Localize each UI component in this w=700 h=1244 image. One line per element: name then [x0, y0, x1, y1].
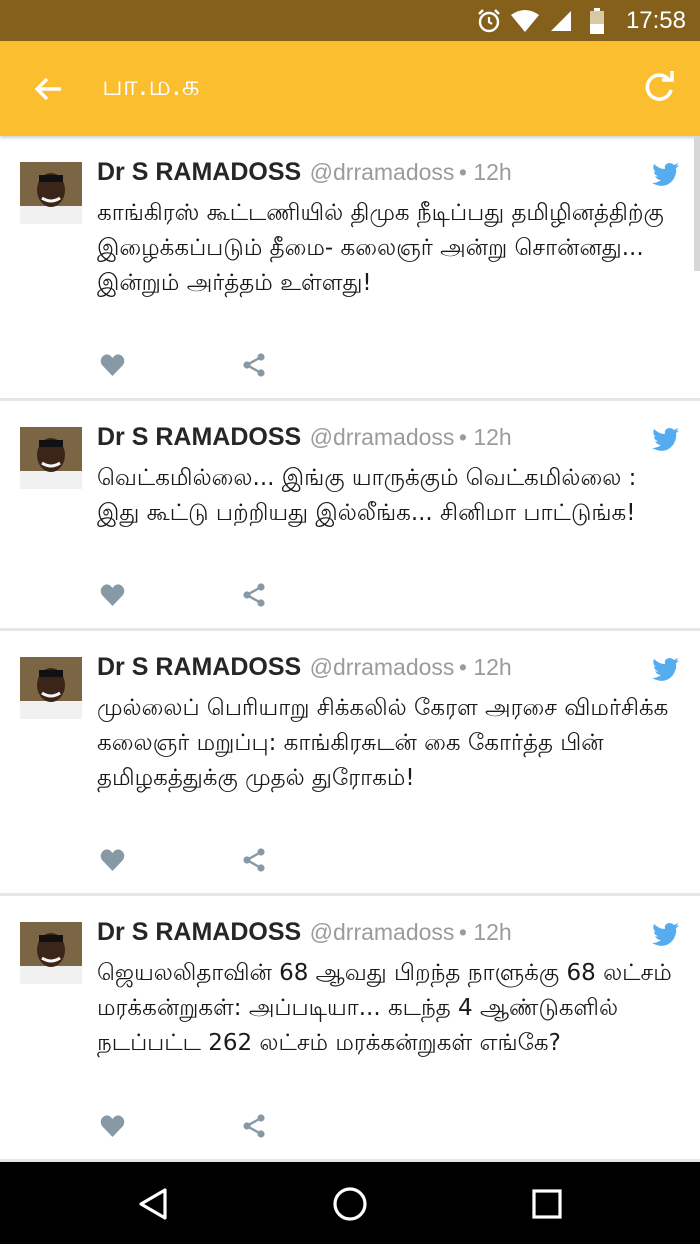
author-name[interactable]: Dr S RAMADOSS — [97, 158, 301, 186]
tweet-time: • 12h — [458, 159, 512, 185]
scrollbar[interactable] — [694, 136, 700, 271]
tweet-header: Dr S RAMADOSS @drramadoss • 12h — [97, 423, 512, 452]
heart-icon[interactable] — [100, 353, 125, 377]
author-name[interactable]: Dr S RAMADOSS — [97, 653, 301, 681]
tweet-item[interactable]: Dr S RAMADOSS @drramadoss • 12h ஜெயலலிதா… — [0, 896, 700, 1162]
avatar[interactable] — [20, 922, 82, 984]
alarm-icon — [474, 8, 504, 34]
battery-icon — [582, 7, 612, 34]
avatar[interactable] — [20, 427, 82, 489]
twitter-bird-icon — [652, 657, 680, 681]
share-icon[interactable] — [242, 353, 266, 377]
twitter-bird-icon — [652, 162, 680, 186]
status-bar: 17:58 — [0, 0, 700, 41]
tweet-time: • 12h — [458, 654, 512, 680]
tweet-header: Dr S RAMADOSS @drramadoss • 12h — [97, 158, 512, 187]
share-icon[interactable] — [242, 583, 266, 607]
share-icon[interactable] — [242, 1114, 266, 1138]
tweet-text: முல்லைப் பெரியாறு சிக்கலில் கேரள அரசை வி… — [97, 695, 669, 791]
arrow-back-icon[interactable] — [30, 71, 66, 107]
heart-icon[interactable] — [100, 848, 125, 872]
home-circle-icon[interactable] — [330, 1184, 370, 1224]
recents-square-icon[interactable] — [527, 1184, 567, 1224]
tweet-item[interactable]: Dr S RAMADOSS @drramadoss • 12h முல்லைப்… — [0, 631, 700, 896]
page-title: பா.ம.க — [102, 69, 201, 102]
tweet-time: • 12h — [458, 424, 512, 450]
tweet-text: ஜெயலலிதாவின் 68 ஆவது பிறந்த நாளுக்கு 68 … — [97, 960, 672, 1056]
tweet-text: காங்கிரஸ் கூட்டணியில் திமுக நீடிப்பது தம… — [97, 200, 664, 296]
tweet-item[interactable]: Dr S RAMADOSS @drramadoss • 12h காங்கிரஸ… — [0, 136, 700, 401]
author-handle[interactable]: @drramadoss — [310, 159, 455, 185]
tweet-header: Dr S RAMADOSS @drramadoss • 12h — [97, 653, 512, 682]
author-name[interactable]: Dr S RAMADOSS — [97, 423, 301, 451]
author-handle[interactable]: @drramadoss — [310, 654, 455, 680]
avatar[interactable] — [20, 657, 82, 719]
avatar[interactable] — [20, 162, 82, 224]
heart-icon[interactable] — [100, 583, 125, 607]
clock: 17:58 — [625, 6, 686, 34]
refresh-icon[interactable] — [640, 69, 678, 107]
navigation-bar — [0, 1162, 700, 1244]
wifi-icon — [510, 8, 540, 34]
tweet-text: வெட்கமில்லை... இங்கு யாருக்கும் வெட்கமில… — [97, 465, 637, 526]
signal-icon — [546, 8, 576, 34]
author-handle[interactable]: @drramadoss — [310, 424, 455, 450]
twitter-bird-icon — [652, 427, 680, 451]
app-bar: பா.ம.க — [0, 41, 700, 136]
author-name[interactable]: Dr S RAMADOSS — [97, 918, 301, 946]
tweet-feed[interactable]: Dr S RAMADOSS @drramadoss • 12h காங்கிரஸ… — [0, 136, 700, 1162]
twitter-bird-icon — [652, 922, 680, 946]
tweet-header: Dr S RAMADOSS @drramadoss • 12h — [97, 918, 512, 947]
author-handle[interactable]: @drramadoss — [310, 919, 455, 945]
tweet-item[interactable]: Dr S RAMADOSS @drramadoss • 12h வெட்கமில… — [0, 401, 700, 631]
heart-icon[interactable] — [100, 1114, 125, 1138]
tweet-time: • 12h — [458, 919, 512, 945]
back-triangle-icon[interactable] — [133, 1184, 173, 1224]
share-icon[interactable] — [242, 848, 266, 872]
